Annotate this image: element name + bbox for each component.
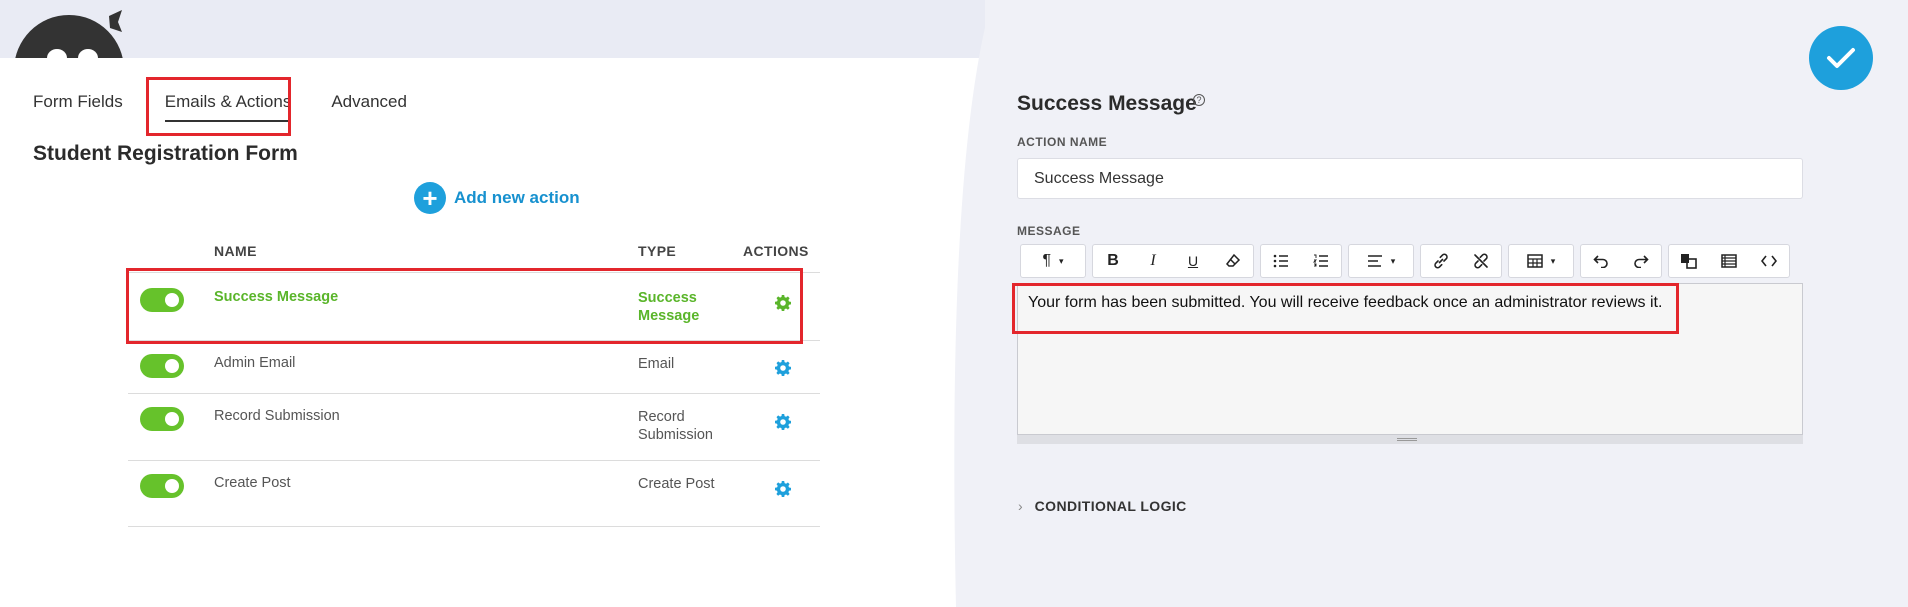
italic-button[interactable]: I (1133, 245, 1173, 277)
action-type: Record Submission (638, 409, 713, 443)
tab-advanced[interactable]: Advanced (331, 92, 407, 122)
action-name[interactable]: Record Submission (214, 408, 340, 424)
caret-down-icon: ▾ (1059, 255, 1064, 266)
resize-grip-icon (1397, 438, 1417, 441)
toolbar-group-history (1580, 244, 1662, 278)
undo-button[interactable] (1581, 245, 1621, 277)
enable-toggle[interactable] (140, 474, 184, 498)
eraser-icon (1226, 253, 1241, 267)
conditional-logic-label: CONDITIONAL LOGIC (1034, 498, 1187, 514)
insert-table-dropdown[interactable]: ▾ (1509, 245, 1573, 277)
redo-button[interactable] (1621, 245, 1661, 277)
panel-title: Success Message (1017, 92, 1197, 115)
toolbar-group-format: ¶ ▾ (1020, 244, 1086, 278)
column-header-type: TYPE (638, 243, 677, 259)
gear-icon[interactable] (775, 295, 791, 311)
undo-icon (1593, 255, 1608, 268)
message-text[interactable]: Your form has been submitted. You will r… (1028, 294, 1662, 312)
message-label: MESSAGE (1017, 224, 1081, 238)
action-name-label: ACTION NAME (1017, 135, 1108, 149)
unlink-button[interactable] (1461, 245, 1501, 277)
ninja-logo (14, 8, 124, 58)
list-table-icon (1721, 254, 1737, 268)
bullet-list-icon (1273, 254, 1288, 268)
conditional-logic-toggle[interactable]: › CONDITIONAL LOGIC (1018, 498, 1187, 514)
toolbar-group-table: ▾ (1508, 244, 1574, 278)
enable-toggle[interactable] (140, 354, 184, 378)
insert-media-button[interactable] (1709, 245, 1749, 277)
add-new-action-button[interactable]: + Add new action (414, 182, 580, 214)
table-header: NAME TYPE ACTIONS (128, 237, 820, 273)
column-header-actions: ACTIONS (743, 243, 809, 259)
column-header-name: NAME (214, 243, 257, 259)
action-type: Email (638, 356, 675, 372)
table-row[interactable]: Create Post Create Post (128, 461, 820, 527)
code-view-button[interactable] (1749, 245, 1789, 277)
done-check-button[interactable] (1809, 26, 1873, 90)
tab-emails-actions[interactable]: Emails & Actions (164, 92, 292, 122)
table-row[interactable]: Success Message Success Message (128, 273, 820, 341)
form-title: Student Registration Form (33, 142, 298, 165)
table-row[interactable]: Record Submission Record Submission (128, 394, 820, 461)
toolbar-group-extra (1668, 244, 1790, 278)
table-icon (1526, 254, 1543, 268)
code-icon (1761, 255, 1777, 267)
editor-toolbar: ¶ ▾ B I U ▾ ▾ (1020, 244, 1790, 278)
table-row[interactable]: Admin Email Email (128, 341, 820, 394)
gear-icon[interactable] (775, 481, 791, 497)
message-editor[interactable]: Your form has been submitted. You will r… (1017, 283, 1803, 435)
unlink-icon (1474, 253, 1488, 269)
enable-toggle[interactable] (140, 288, 184, 312)
paragraph-icon: ¶ (1042, 252, 1052, 269)
merge-tags-icon (1681, 254, 1697, 269)
clear-format-button[interactable] (1213, 245, 1253, 277)
toolbar-group-align: ▾ (1348, 244, 1414, 278)
bold-icon: B (1107, 252, 1119, 269)
underline-icon: U (1187, 253, 1199, 269)
chevron-right-icon: › (1018, 498, 1023, 514)
builder-tabs: Form Fields Emails & Actions Advanced (33, 92, 447, 122)
align-left-icon (1367, 255, 1382, 267)
header-strip (0, 0, 1000, 58)
insert-merge-tag-button[interactable] (1669, 245, 1709, 277)
bold-button[interactable]: B (1093, 245, 1133, 277)
caret-down-icon: ▾ (1390, 255, 1396, 266)
editor-resize-handle[interactable] (1017, 435, 1803, 444)
align-dropdown[interactable]: ▾ (1349, 245, 1413, 277)
gear-icon[interactable] (775, 414, 791, 430)
help-icon[interactable]: ? (1193, 94, 1205, 106)
tab-form-fields[interactable]: Form Fields (33, 92, 123, 122)
toolbar-group-text: B I U (1092, 244, 1254, 278)
action-name[interactable]: Admin Email (214, 355, 295, 371)
insert-link-button[interactable] (1421, 245, 1461, 277)
panel-curve (954, 0, 1020, 607)
actions-table: NAME TYPE ACTIONS Success Message Succes… (128, 237, 820, 527)
toolbar-group-lists (1260, 244, 1342, 278)
italic-icon: I (1150, 252, 1156, 269)
link-icon (1434, 253, 1448, 269)
checkmark-icon (1827, 48, 1855, 68)
plus-icon: + (414, 182, 446, 214)
action-type: Create Post (638, 476, 715, 492)
redo-icon (1634, 255, 1649, 268)
toolbar-group-links (1420, 244, 1502, 278)
action-name[interactable]: Create Post (214, 475, 291, 491)
paragraph-format-dropdown[interactable]: ¶ ▾ (1021, 245, 1085, 277)
add-new-action-label: Add new action (454, 188, 580, 207)
enable-toggle[interactable] (140, 407, 184, 431)
caret-down-icon: ▾ (1550, 255, 1556, 266)
action-type: Success Message (638, 290, 700, 324)
gear-icon[interactable] (775, 360, 791, 376)
numbered-list-button[interactable] (1301, 245, 1341, 277)
underline-button[interactable]: U (1173, 245, 1213, 277)
action-name-input[interactable] (1017, 158, 1803, 199)
action-name[interactable]: Success Message (214, 289, 338, 305)
numbered-list-icon (1313, 254, 1328, 267)
bullet-list-button[interactable] (1261, 245, 1301, 277)
